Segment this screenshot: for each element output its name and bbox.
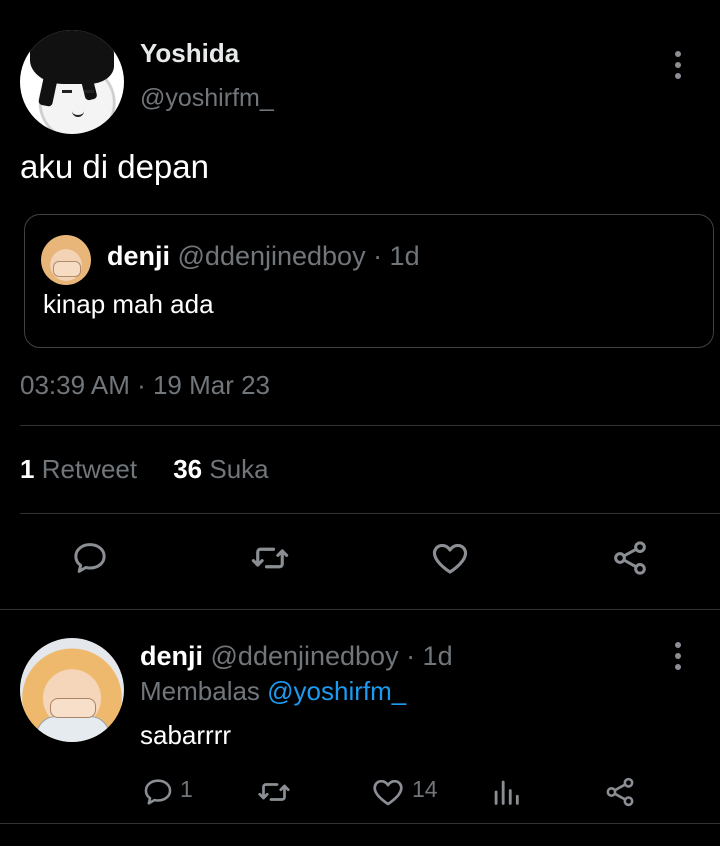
author-handle[interactable]: @yoshirfm_ — [140, 84, 274, 113]
likes-stat[interactable]: 36 Suka — [173, 454, 268, 484]
reply-action-bar: 1 14 — [0, 770, 720, 814]
avatar[interactable] — [20, 30, 124, 134]
likes-label: Suka — [209, 454, 269, 484]
analytics-icon[interactable] — [484, 770, 528, 814]
quoted-author-handle-time: @ddenjinedboy · 1d — [170, 241, 420, 271]
author-name[interactable]: Yoshida — [140, 38, 239, 69]
retweet-icon[interactable] — [252, 770, 296, 814]
divider — [0, 609, 720, 610]
reply-count: 1 — [180, 776, 193, 802]
heart-icon[interactable] — [428, 536, 472, 580]
like-count: 14 — [412, 776, 438, 802]
main-tweet-header: Yoshida @yoshirfm_ — [20, 28, 700, 138]
heart-icon[interactable] — [366, 770, 410, 814]
likes-count: 36 — [173, 454, 203, 484]
tweet-stats: 1 Retweet 36 Suka — [20, 454, 269, 485]
replying-to: Membalas @yoshirfm_ — [140, 676, 406, 707]
quoted-author-name: denji — [107, 241, 171, 271]
divider — [20, 425, 720, 426]
mention-link[interactable]: @yoshirfm_ — [267, 676, 406, 706]
replying-to-label: Membalas — [140, 676, 268, 706]
quoted-tweet-meta: denji @ddenjinedboy · 1d — [107, 241, 420, 272]
reply-icon[interactable] — [136, 770, 180, 814]
retweet-count: 1 — [20, 454, 35, 484]
reply-text: sabarrrr — [140, 720, 232, 750]
quoted-tweet-text: kinap mah ada — [43, 289, 214, 319]
avatar[interactable] — [20, 638, 124, 742]
retweet-icon[interactable] — [248, 536, 292, 580]
divider — [20, 513, 720, 514]
reply-tweet-meta: denji @ddenjinedboy · 1d — [140, 641, 453, 672]
reply-author-handle-time: @ddenjinedboy · 1d — [203, 641, 453, 671]
reply-author-name[interactable]: denji — [140, 641, 203, 671]
share-icon[interactable] — [608, 536, 652, 580]
tweet-action-bar — [0, 536, 720, 588]
tweet-timestamp: 03:39 AM · 19 Mar 23 — [20, 370, 271, 400]
retweet-stat[interactable]: 1 Retweet — [20, 454, 137, 484]
tweet-detail-page: Yoshida @yoshirfm_ aku di depan denji @d… — [0, 0, 720, 846]
retweet-label: Retweet — [41, 454, 138, 484]
avatar — [41, 235, 91, 285]
quoted-tweet[interactable]: denji @ddenjinedboy · 1d kinap mah ada — [24, 214, 714, 348]
more-vertical-icon[interactable] — [666, 639, 690, 673]
tweet-text: aku di depan — [20, 148, 209, 185]
divider — [0, 823, 720, 824]
more-vertical-icon[interactable] — [666, 48, 690, 82]
share-icon[interactable] — [598, 770, 642, 814]
reply-icon[interactable] — [68, 536, 112, 580]
